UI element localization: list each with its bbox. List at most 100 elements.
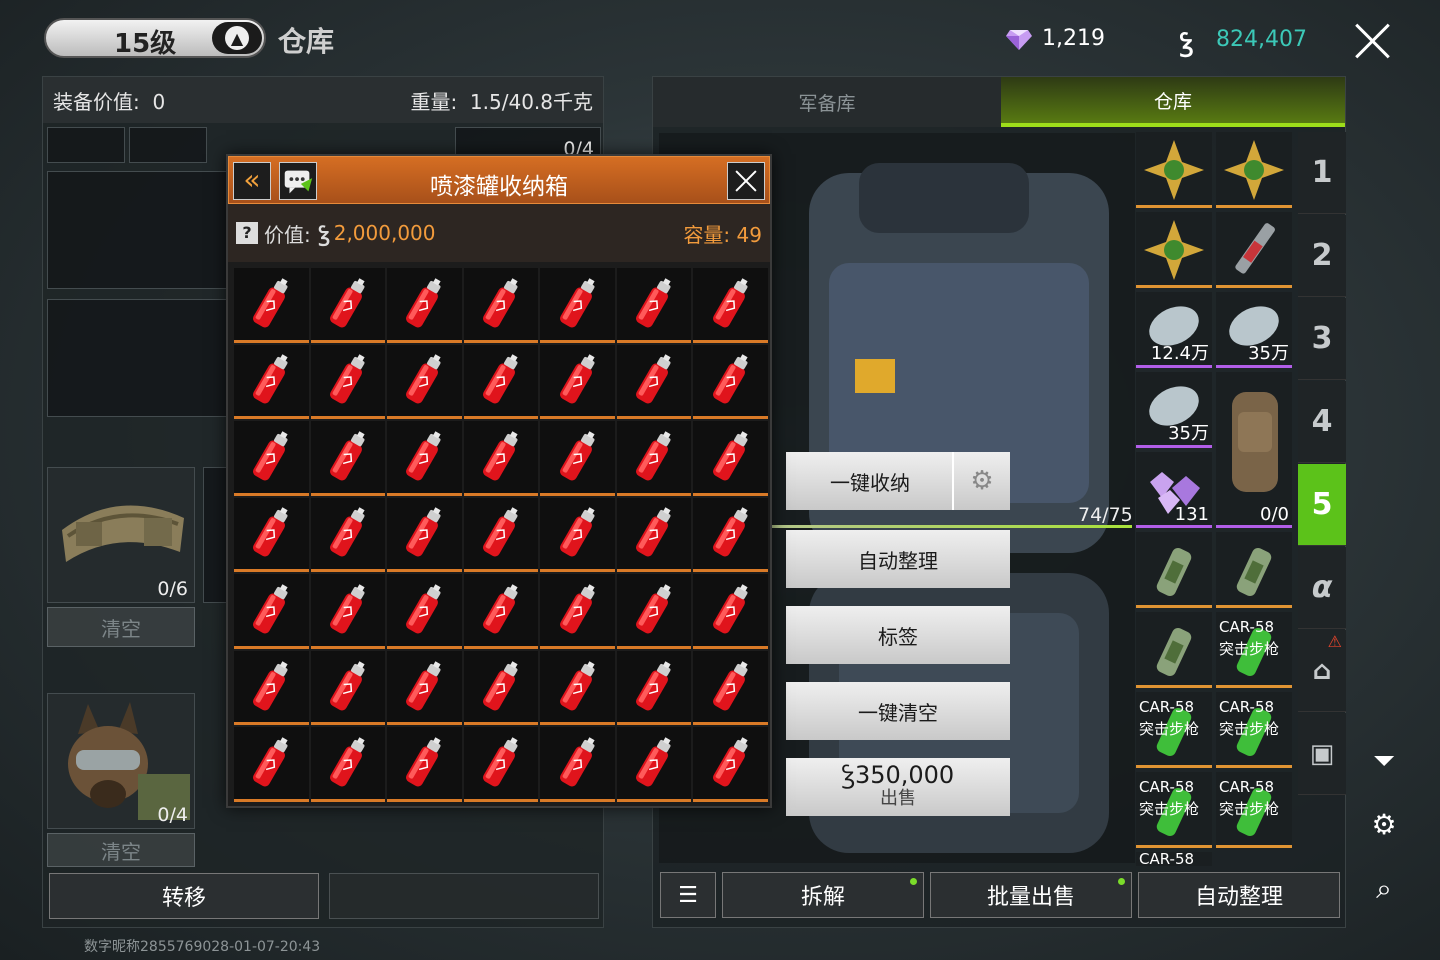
car58-skin-item[interactable]: CAR-58 突击步枪 xyxy=(1216,772,1292,848)
car58-skin-item[interactable]: CAR-58 突击步枪 xyxy=(1136,772,1212,848)
spray-can-slot[interactable] xyxy=(310,727,386,802)
gem-item[interactable]: 131 xyxy=(1136,452,1212,528)
spray-can-slot[interactable] xyxy=(616,574,692,649)
spray-can-slot[interactable] xyxy=(540,727,615,802)
filter-icon[interactable]: ⏷ xyxy=(1366,744,1402,780)
spray-can-slot[interactable] xyxy=(463,268,539,343)
spray-can-slot[interactable] xyxy=(310,650,386,726)
backpack-item[interactable]: 0/0 xyxy=(1216,372,1292,528)
sell-button[interactable]: Ꝣ350,000 出售 xyxy=(786,758,1010,816)
quick-store-button[interactable]: 一键收纳 ⚙ xyxy=(786,452,1010,510)
level-up-button[interactable]: ▲ xyxy=(212,22,262,54)
spray-can-slot[interactable] xyxy=(463,344,539,420)
bulk-sell-button[interactable]: 批量出售 xyxy=(930,872,1132,918)
auto-sort-bottom-button[interactable]: 自动整理 xyxy=(1138,872,1340,918)
gear-icon[interactable]: ⚙ xyxy=(1366,808,1402,844)
close-icon[interactable] xyxy=(1354,22,1392,60)
spray-can-slot[interactable] xyxy=(463,574,539,649)
equipment-slot[interactable] xyxy=(129,127,207,163)
spray-can-slot[interactable] xyxy=(387,574,462,649)
level-pill[interactable]: 15级 ▲ xyxy=(44,18,266,59)
spray-can-slot[interactable] xyxy=(540,574,615,649)
equipment-slot[interactable] xyxy=(47,127,125,163)
spray-can-slot[interactable] xyxy=(616,421,692,496)
spray-can-slot[interactable] xyxy=(387,421,462,496)
spray-can-slot[interactable] xyxy=(540,497,615,573)
spray-can-slot[interactable] xyxy=(616,497,692,573)
spray-can-slot[interactable] xyxy=(310,421,386,496)
spray-can-slot[interactable] xyxy=(387,497,462,573)
auto-sort-button[interactable]: 自动整理 xyxy=(786,530,1010,588)
spray-can-slot[interactable] xyxy=(616,344,692,420)
spray-can-slot[interactable] xyxy=(693,344,768,420)
spray-can-slot[interactable] xyxy=(234,574,309,649)
page-tab-3[interactable]: 3 xyxy=(1298,298,1346,380)
bandage-item[interactable]: 35万 xyxy=(1136,372,1212,448)
spray-can-slot[interactable] xyxy=(693,268,768,343)
medal-item[interactable] xyxy=(1216,132,1292,208)
spray-can-slot[interactable] xyxy=(387,650,462,726)
menu-button[interactable]: ☰ xyxy=(660,872,716,918)
tags-button[interactable]: 标签 xyxy=(786,606,1010,664)
car58-skin-item[interactable]: CAR-58 突击步枪 xyxy=(1136,692,1212,768)
bandage-item[interactable]: 35万 xyxy=(1216,292,1292,368)
syringe-item[interactable] xyxy=(1216,212,1292,288)
spray-can-slot[interactable] xyxy=(540,650,615,726)
spray-can-slot[interactable] xyxy=(387,727,462,802)
spray-can-slot[interactable] xyxy=(234,727,309,802)
clear-all-button[interactable]: 一键清空 xyxy=(786,682,1010,740)
spray-can-slot[interactable] xyxy=(310,574,386,649)
clear-button[interactable]: 清空 xyxy=(47,607,195,647)
spray-can-slot[interactable] xyxy=(616,727,692,802)
spray-can-slot[interactable] xyxy=(540,268,615,343)
spray-can-slot[interactable] xyxy=(540,344,615,420)
page-tab-5[interactable]: 5 xyxy=(1298,464,1346,546)
spray-can-slot[interactable] xyxy=(310,497,386,573)
special-storage-tab[interactable]: ▣ xyxy=(1298,713,1346,795)
warehouse-expand-tab[interactable]: ⌂ ⚠ xyxy=(1298,630,1346,712)
page-tab-4[interactable]: 4 xyxy=(1298,381,1346,463)
spray-can-slot[interactable] xyxy=(463,727,539,802)
spray-can-slot[interactable] xyxy=(234,344,309,420)
spray-can-slot[interactable] xyxy=(693,574,768,649)
spray-can-slot[interactable] xyxy=(387,344,462,420)
spray-can-slot[interactable] xyxy=(234,268,309,343)
spray-can-slot[interactable] xyxy=(310,268,386,343)
page-tab-2[interactable]: 2 xyxy=(1298,215,1346,297)
spray-can-item[interactable] xyxy=(1216,532,1292,608)
spray-can-slot[interactable] xyxy=(310,344,386,420)
help-icon[interactable]: ? xyxy=(236,222,258,244)
spray-can-slot[interactable] xyxy=(387,268,462,343)
spray-can-slot[interactable] xyxy=(693,421,768,496)
tab-armory[interactable]: 军备库 xyxy=(653,77,1001,127)
spray-can-item[interactable] xyxy=(1136,532,1212,608)
dismantle-button[interactable]: 拆解 xyxy=(722,872,924,918)
spray-can-slot[interactable] xyxy=(540,421,615,496)
transfer-button[interactable]: 转移 xyxy=(49,873,319,919)
bandage-item[interactable]: 12.4万 xyxy=(1136,292,1212,368)
spray-can-slot[interactable] xyxy=(463,421,539,496)
spray-can-slot[interactable] xyxy=(693,650,768,726)
belt-slot[interactable]: 0/6 xyxy=(47,467,195,603)
medal-item[interactable] xyxy=(1136,212,1212,288)
spray-can-slot[interactable] xyxy=(616,268,692,343)
spray-can-slot[interactable] xyxy=(463,650,539,726)
spray-can-slot[interactable] xyxy=(463,497,539,573)
gear-icon[interactable]: ⚙ xyxy=(952,452,1010,510)
page-tab-1[interactable]: 1 xyxy=(1298,132,1346,214)
tab-warehouse[interactable]: 仓库 xyxy=(1001,77,1345,127)
search-icon[interactable]: ⌕ xyxy=(1366,872,1402,908)
spray-can-slot[interactable] xyxy=(693,497,768,573)
close-icon[interactable] xyxy=(727,162,765,200)
page-tab-alpha[interactable]: α xyxy=(1298,547,1346,629)
spray-can-slot[interactable] xyxy=(616,650,692,726)
spray-can-slot[interactable] xyxy=(693,727,768,802)
clear-button[interactable]: 清空 xyxy=(47,833,195,867)
spray-can-slot[interactable] xyxy=(234,650,309,726)
spray-can-item[interactable] xyxy=(1136,612,1212,688)
car58-skin-item[interactable]: CAR-58 突击步枪 xyxy=(1216,612,1292,688)
spray-can-slot[interactable] xyxy=(234,497,309,573)
medal-item[interactable] xyxy=(1136,132,1212,208)
pet-slot[interactable]: 0/4 xyxy=(47,693,195,829)
spray-can-slot[interactable] xyxy=(234,421,309,496)
